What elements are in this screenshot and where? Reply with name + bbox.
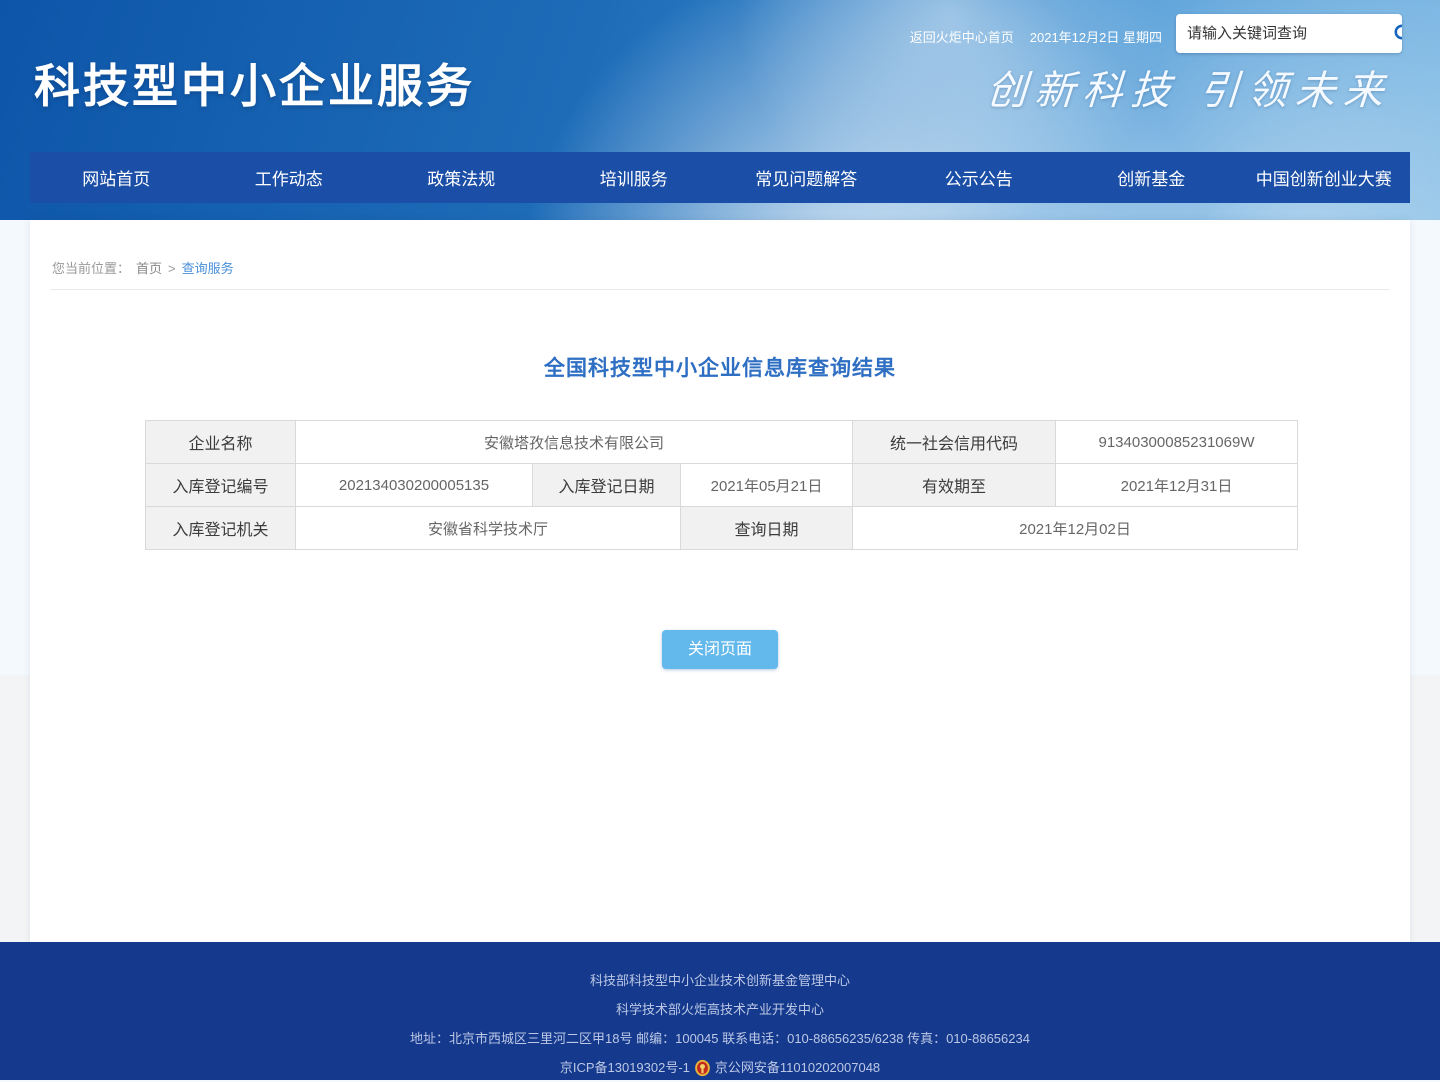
police-badge-icon <box>694 1059 711 1077</box>
field-value-registration-date: 2021年05月21日 <box>681 464 853 507</box>
torch-home-link[interactable]: 返回火炬中心首页 <box>910 30 1014 45</box>
field-value-query-date: 2021年12月02日 <box>853 507 1298 550</box>
button-row: 关闭页面 <box>30 630 1410 669</box>
field-label-registration-number: 入库登记编号 <box>146 464 296 507</box>
header-banner: 科技型中小企业服务 返回火炬中心首页 2021年12月2日 星期四 创新科技 引领… <box>0 0 1440 220</box>
search-box <box>1176 14 1402 53</box>
content-panel: 您当前位置： 首页 > 查询服务 全国科技型中小企业信息库查询结果 企业名称 安徽塔孜… <box>30 220 1410 942</box>
breadcrumb-separator: > <box>168 261 176 276</box>
field-label-registration-date: 入库登记日期 <box>533 464 681 507</box>
footer-line-fund-center: 科技部科技型中小企业技术创新基金管理中心 <box>0 966 1440 995</box>
search-icon <box>1392 22 1402 46</box>
page-footer: 科技部科技型中小企业技术创新基金管理中心 科学技术部火炬高技术产业开发中心 地址… <box>0 942 1440 1080</box>
result-table-wrap: 企业名称 安徽塔孜信息技术有限公司 统一社会信用代码 9134030008523… <box>145 420 1410 550</box>
breadcrumb-divider <box>50 289 1390 290</box>
breadcrumb: 您当前位置： 首页 > 查询服务 <box>30 220 1410 289</box>
table-row: 入库登记编号 202134030200005135 入库登记日期 2021年05… <box>146 464 1298 507</box>
nav-item-faq[interactable]: 常见问题解答 <box>720 152 893 203</box>
close-page-button[interactable]: 关闭页面 <box>662 630 778 669</box>
nav-item-news[interactable]: 工作动态 <box>203 152 376 203</box>
page-title: 全国科技型中小企业信息库查询结果 <box>30 352 1410 382</box>
nav-item-training[interactable]: 培训服务 <box>548 152 721 203</box>
nav-item-contest[interactable]: 中国创新创业大赛 <box>1238 152 1411 203</box>
breadcrumb-prefix: 您当前位置： <box>52 261 130 276</box>
slogan-text: 创新科技 引领未来 <box>985 58 1394 116</box>
police-record-link[interactable]: 京公网安备11010202007048 <box>715 1053 880 1082</box>
field-value-registration-authority: 安徽省科学技术厅 <box>296 507 681 550</box>
nav-item-fund[interactable]: 创新基金 <box>1065 152 1238 203</box>
footer-icp-row: 京ICP备13019302号-1 京公网安备11010202007048 <box>0 1053 1440 1082</box>
breadcrumb-home-link[interactable]: 首页 <box>136 261 162 276</box>
nav-item-policy[interactable]: 政策法规 <box>375 152 548 203</box>
footer-line-address: 地址：北京市西城区三里河二区甲18号 邮编：100045 联系电话：010-88… <box>0 1024 1440 1053</box>
nav-item-notice[interactable]: 公示公告 <box>893 152 1066 203</box>
field-label-query-date: 查询日期 <box>681 507 853 550</box>
field-label-registration-authority: 入库登记机关 <box>146 507 296 550</box>
field-value-registration-number: 202134030200005135 <box>296 464 533 507</box>
search-input[interactable] <box>1176 14 1392 53</box>
field-label-company-name: 企业名称 <box>146 421 296 464</box>
field-label-credit-code: 统一社会信用代码 <box>853 421 1056 464</box>
site-title: 科技型中小企业服务 <box>34 50 475 116</box>
table-row: 入库登记机关 安徽省科学技术厅 查询日期 2021年12月02日 <box>146 507 1298 550</box>
breadcrumb-current-link[interactable]: 查询服务 <box>182 261 234 276</box>
header-top-links: 返回火炬中心首页 2021年12月2日 星期四 <box>910 27 1162 46</box>
search-button[interactable] <box>1392 14 1402 53</box>
main-nav: 网站首页 工作动态 政策法规 培训服务 常见问题解答 公示公告 创新基金 中国创… <box>30 152 1410 203</box>
icp-record-link[interactable]: 京ICP备13019302号-1 <box>560 1053 690 1082</box>
nav-item-home[interactable]: 网站首页 <box>30 152 203 203</box>
table-row: 企业名称 安徽塔孜信息技术有限公司 统一社会信用代码 9134030008523… <box>146 421 1298 464</box>
current-date: 2021年12月2日 星期四 <box>1030 30 1162 45</box>
field-value-company-name: 安徽塔孜信息技术有限公司 <box>296 421 853 464</box>
field-value-valid-until: 2021年12月31日 <box>1056 464 1298 507</box>
field-value-credit-code: 91340300085231069W <box>1056 421 1298 464</box>
field-label-valid-until: 有效期至 <box>853 464 1056 507</box>
footer-line-torch-center: 科学技术部火炬高技术产业开发中心 <box>0 995 1440 1024</box>
result-table: 企业名称 安徽塔孜信息技术有限公司 统一社会信用代码 9134030008523… <box>145 420 1298 550</box>
